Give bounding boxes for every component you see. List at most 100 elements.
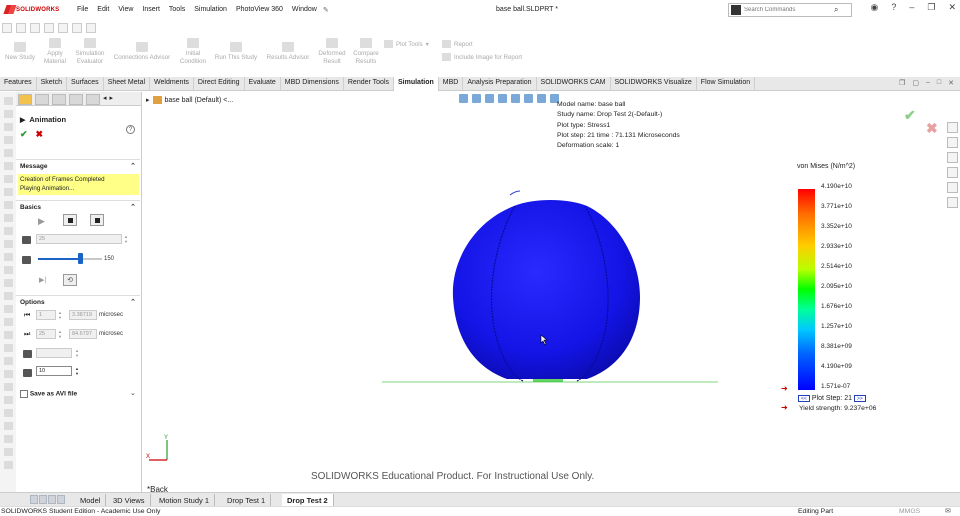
strip-icon[interactable] — [3, 240, 13, 248]
strip-icon[interactable] — [3, 214, 13, 222]
menu-photoview[interactable]: PhotoView 360 — [236, 6, 283, 14]
strip-icon[interactable] — [3, 110, 13, 118]
tab-surfaces[interactable]: Surfaces — [67, 77, 104, 91]
pm-help-icon[interactable]: ? — [126, 125, 135, 134]
strip-icon[interactable] — [3, 370, 13, 378]
collapse-icon[interactable]: ⌃ — [130, 203, 136, 211]
strip-icon[interactable] — [3, 435, 13, 443]
connections-advisor-button[interactable]: Connections Advisor — [108, 40, 176, 62]
first-tab-icon[interactable] — [30, 495, 38, 504]
apply-material-button[interactable]: Apply Material — [40, 36, 70, 66]
tab-evaluate[interactable]: Evaluate — [245, 77, 281, 91]
strip-icon[interactable] — [3, 149, 13, 157]
minimize-icon[interactable]: – — [909, 2, 914, 13]
tab-render-tools[interactable]: Render Tools — [344, 77, 394, 91]
minimize-pane-icon[interactable]: – — [926, 79, 930, 87]
menu-edit[interactable]: Edit — [97, 6, 109, 14]
chevron-left-icon[interactable]: ◂ — [103, 94, 107, 103]
expand-icon[interactable]: ⌄ — [130, 389, 136, 397]
next-tab-icon[interactable] — [48, 495, 56, 504]
plot-tools-button[interactable]: Plot Tools ▾ — [384, 40, 429, 48]
tab-mbd-dimensions[interactable]: MBD Dimensions — [281, 77, 344, 91]
basics-section-header[interactable]: Basics ⌃ — [16, 200, 140, 211]
loop-icon[interactable]: ▶| — [39, 276, 46, 284]
end-frame-spinner[interactable]: ▲ ▼ — [57, 329, 63, 339]
strip-icon[interactable] — [3, 461, 13, 469]
stop-button-2[interactable] — [90, 214, 104, 226]
tab-solidworks-cam[interactable]: SOLIDWORKS CAM — [537, 77, 611, 91]
strip-icon[interactable] — [3, 305, 13, 313]
tab-weldments[interactable]: Weldments — [150, 77, 194, 91]
new-study-button[interactable]: New Study — [2, 40, 38, 62]
tab-flow-simulation[interactable]: Flow Simulation — [697, 77, 756, 91]
search-icon[interactable]: ⌕ — [834, 5, 838, 15]
tab-features[interactable]: Features — [0, 77, 37, 91]
start-time-input[interactable]: 3.38719 — [69, 310, 97, 320]
initial-condition-button[interactable]: Initial Condition — [176, 36, 210, 66]
search-commands[interactable]: ⌕ — [728, 3, 852, 17]
tab-sketch[interactable]: Sketch — [37, 77, 68, 91]
restore-pane-icon[interactable]: ❐ — [899, 79, 905, 87]
stop-button[interactable] — [63, 214, 77, 226]
open-file-icon[interactable] — [16, 23, 26, 33]
strip-icon[interactable] — [3, 188, 13, 196]
baseball-model[interactable] — [452, 200, 640, 379]
strip-icon[interactable] — [3, 227, 13, 235]
strip-icon[interactable] — [3, 253, 13, 261]
deformed-result-button[interactable]: Deformed Result — [314, 36, 350, 66]
save-avi-row[interactable]: Save as AVI file — [20, 390, 77, 398]
units-text[interactable]: MMGS — [899, 508, 920, 515]
menu-insert[interactable]: Insert — [142, 6, 160, 14]
strip-icon[interactable] — [3, 123, 13, 131]
strip-icon[interactable] — [3, 279, 13, 287]
user-icon[interactable]: ◉ — [870, 2, 878, 13]
fps-input[interactable]: 10 — [36, 366, 72, 376]
step-input-disabled[interactable] — [36, 348, 72, 358]
compare-results-button[interactable]: Compare Results — [349, 36, 383, 66]
strip-icon[interactable] — [3, 175, 13, 183]
chat-icon[interactable]: ✉ — [945, 507, 951, 515]
strip-icon[interactable] — [3, 292, 13, 300]
ok-check-icon[interactable]: ✔ — [20, 129, 28, 140]
rebuild-icon[interactable] — [86, 23, 96, 33]
select-icon[interactable] — [72, 23, 82, 33]
dimxpert-tab[interactable] — [69, 94, 83, 105]
results-advisor-button[interactable]: Results Advisor — [262, 40, 314, 62]
fps-spinner[interactable]: ▲ ▼ — [74, 366, 80, 376]
next-step-button[interactable]: >> — [854, 395, 866, 402]
start-frame-spinner[interactable]: ▲ ▼ — [57, 310, 63, 320]
menu-tools[interactable]: Tools — [169, 6, 185, 14]
search-input[interactable] — [744, 7, 834, 13]
strip-icon[interactable] — [3, 331, 13, 339]
tab-sheet-metal[interactable]: Sheet Metal — [104, 77, 151, 91]
menu-window[interactable]: Window — [292, 6, 317, 14]
feature-tree-tab[interactable] — [35, 94, 49, 105]
strip-icon[interactable] — [3, 344, 13, 352]
strip-icon[interactable] — [3, 448, 13, 456]
help-icon[interactable]: ? — [891, 2, 896, 13]
include-image-button[interactable]: Include Image for Report — [442, 53, 522, 61]
tab-simulation[interactable]: Simulation — [394, 77, 439, 91]
config-manager-tab[interactable] — [52, 94, 66, 105]
restore-icon[interactable]: ❐ — [927, 2, 935, 13]
prev-tab-icon[interactable] — [39, 495, 47, 504]
strip-icon[interactable] — [3, 396, 13, 404]
speed-slider-thumb[interactable] — [78, 253, 83, 264]
tab-mbd[interactable]: MBD — [439, 77, 464, 91]
close-icon[interactable]: ✕ — [948, 2, 956, 13]
tab-direct-editing[interactable]: Direct Editing — [194, 77, 245, 91]
strip-icon[interactable] — [3, 357, 13, 365]
display-manager-tab[interactable] — [86, 94, 100, 105]
previous-step-button[interactable]: << — [798, 395, 810, 402]
undo-icon[interactable] — [58, 23, 68, 33]
frames-spinner[interactable]: ▲ ▼ — [123, 234, 129, 244]
chevron-right-icon[interactable]: ▸ — [110, 94, 114, 103]
menu-view[interactable]: View — [118, 6, 133, 14]
strip-icon[interactable] — [3, 162, 13, 170]
last-tab-icon[interactable] — [57, 495, 65, 504]
maximize-pane-icon[interactable]: □ — [937, 79, 941, 87]
graphics-area[interactable]: ▸ base ball (Default) <... Model name: b… — [143, 92, 960, 494]
strip-icon[interactable] — [3, 266, 13, 274]
start-frame-input[interactable]: 1 — [36, 310, 56, 320]
options-section-header[interactable]: Options ⌃ — [16, 295, 140, 306]
